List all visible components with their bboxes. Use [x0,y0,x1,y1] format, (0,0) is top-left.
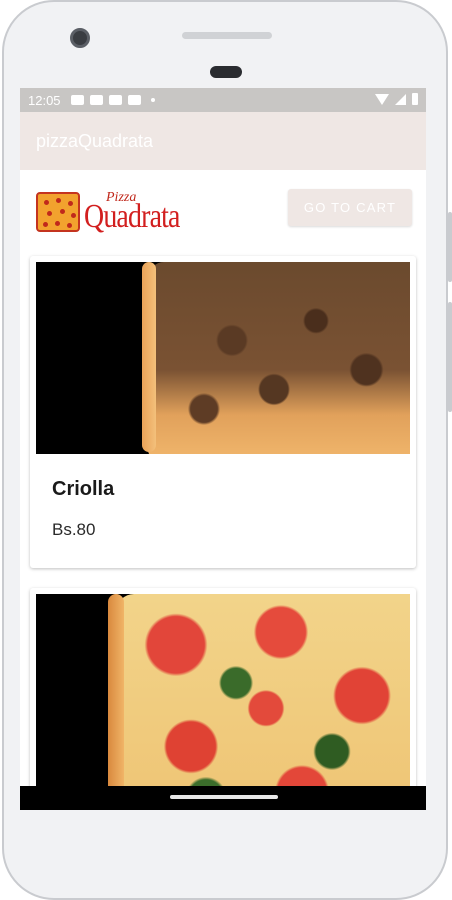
logo-text-large: Quadrata [84,198,180,235]
home-gesture-handle[interactable] [170,795,278,799]
pizza-slice-icon [36,192,80,232]
pizza-photo [142,262,410,454]
notification-icon [108,95,122,105]
proximity-sensor [210,66,242,78]
header-row: Pizza Quadrata GO TO CART [20,170,426,250]
volume-button [448,302,452,412]
status-time: 12:05 [28,92,61,108]
more-notifications-icon [150,98,155,102]
status-icons [375,93,418,105]
go-to-cart-button[interactable]: GO TO CART [288,189,412,226]
power-button [448,212,452,282]
product-card[interactable] [30,588,416,786]
app-bar: pizzaQuadrata [20,112,426,170]
status-bar: 12:05 [20,88,426,112]
pizza-photo [108,594,410,786]
front-camera [70,28,90,48]
product-price: Bs.80 [52,520,96,539]
wifi-icon [375,93,389,105]
device-screen: 12:05 pizzaQuadrata Pizza Quadrata GO TO… [20,88,426,810]
navigation-bar [20,786,426,810]
signal-icon [395,93,406,105]
earpiece [182,32,272,39]
brand-logo: Pizza Quadrata [36,190,206,238]
product-list[interactable]: Pizza Quadrata GO TO CART Criolla Bs.80 [20,170,426,786]
battery-icon [412,93,418,105]
app-title: pizzaQuadrata [36,130,154,151]
notification-icon [70,95,84,105]
product-name: Criolla [52,478,115,500]
notification-icon [127,95,141,105]
product-image[interactable] [36,262,410,454]
product-card[interactable]: Criolla Bs.80 [30,256,416,568]
notification-icon [89,95,103,105]
product-image[interactable] [36,594,410,786]
